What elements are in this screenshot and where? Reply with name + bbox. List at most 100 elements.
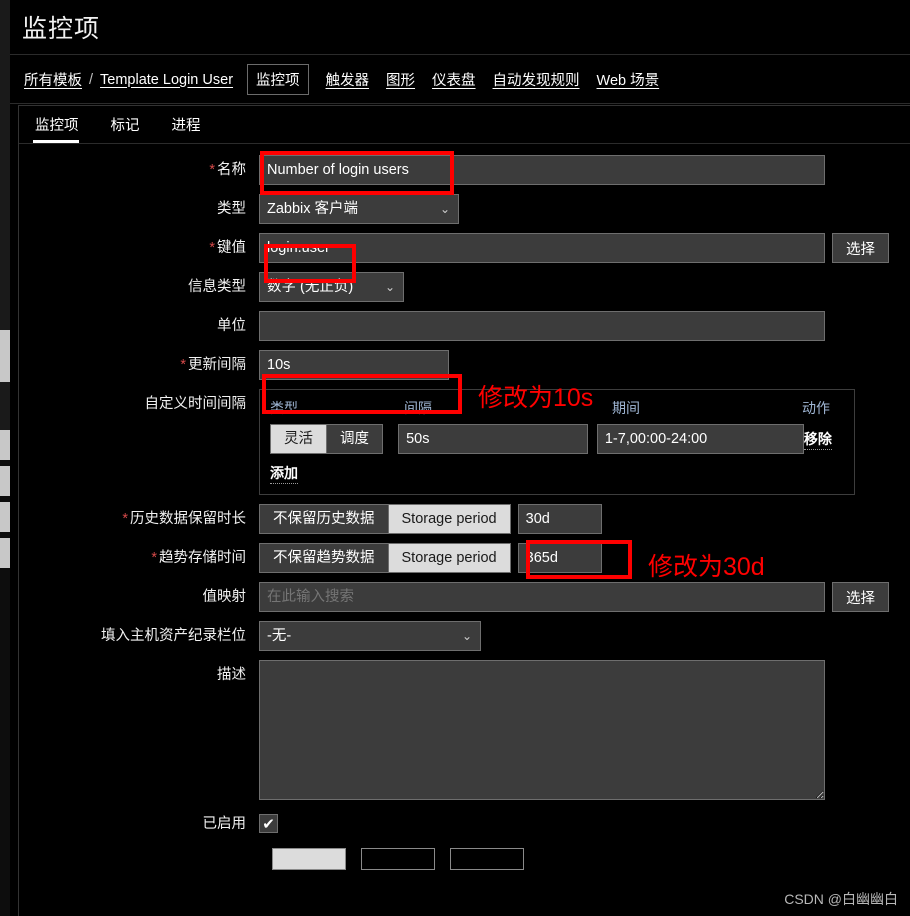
item-form-card: 监控项 标记 进程 *名称 类型 Zabbix 客户端 ⌄ — [18, 105, 910, 916]
nav-tab-graphs[interactable]: 图形 — [386, 69, 415, 90]
required-marker-history: * — [122, 511, 128, 527]
page-title: 监控项 — [22, 15, 101, 43]
trends-mode-segmented: 不保留趋势数据 Storage period — [259, 543, 511, 573]
asset-field-select[interactable]: -无- ⌄ — [259, 621, 481, 651]
label-custom-intervals: 自定义时间间隔 — [144, 396, 247, 412]
sidebar-highlight-3[interactable] — [0, 466, 10, 496]
nav-tab-dashboards[interactable]: 仪表盘 — [432, 69, 476, 90]
enabled-checkbox[interactable]: ✔ — [259, 814, 278, 833]
history-mode-storage-period[interactable]: Storage period — [387, 504, 511, 534]
field-row-update-interval: * 更新间隔 — [19, 350, 910, 380]
sidebar-highlight-5[interactable] — [0, 538, 10, 568]
breadcrumb-all-templates[interactable]: 所有模板 — [24, 66, 82, 93]
trends-mode-storage-period[interactable]: Storage period — [387, 543, 511, 573]
value-map-select-button[interactable]: 选择 — [832, 582, 889, 612]
interval-type-scheduling[interactable]: 调度 — [326, 424, 383, 454]
description-textarea[interactable] — [259, 660, 825, 800]
field-row-description: 描述 — [19, 660, 910, 800]
column-header-action: 动作 — [802, 400, 830, 416]
label-enabled: 已启用 — [202, 816, 247, 832]
info-type-select[interactable]: 数字 (无正负) ⌄ — [259, 272, 404, 302]
custom-interval-row: 灵活 调度 移除 — [270, 424, 844, 454]
field-row-asset-field: 填入主机资产纪录栏位 -无- ⌄ — [19, 621, 910, 651]
field-row-units: 单位 — [19, 311, 910, 341]
required-marker-key: * — [209, 240, 215, 256]
type-select-value: Zabbix 客户端 — [267, 201, 359, 217]
value-map-input[interactable] — [259, 582, 825, 612]
nav-tab-triggers[interactable]: 触发器 — [326, 69, 370, 90]
nav-tab-items[interactable]: 监控项 — [247, 64, 309, 95]
label-update-interval: * 更新间隔 — [180, 357, 246, 373]
breadcrumb-separator: / — [89, 71, 94, 88]
history-mode-segmented: 不保留历史数据 Storage period — [259, 504, 511, 534]
tab-preprocessing[interactable]: 进程 — [170, 110, 213, 143]
sidebar-dark-segment — [0, 0, 10, 330]
add-interval-link[interactable]: 添加 — [270, 463, 298, 484]
key-select-button[interactable]: 选择 — [832, 233, 889, 263]
delete-button[interactable] — [450, 848, 524, 870]
chevron-down-icon: ⌄ — [461, 629, 472, 643]
clone-button[interactable] — [361, 848, 435, 870]
nav-tab-web-scenarios[interactable]: Web 场景 — [597, 69, 660, 90]
field-row-history: * 历史数据保留时长 不保留历史数据 Storage period — [19, 504, 910, 534]
field-row-name: * 名称 — [19, 155, 910, 185]
chevron-down-icon: ⌄ — [384, 280, 395, 294]
label-value-map: 值映射 — [202, 589, 247, 605]
required-marker-update-interval: * — [180, 357, 186, 373]
interval-period-input[interactable] — [596, 424, 804, 454]
label-name: * 名称 — [209, 162, 246, 178]
left-sidebar-sliver[interactable] — [0, 0, 10, 916]
trends-mode-do-not-keep[interactable]: 不保留趋势数据 — [259, 543, 388, 573]
sidebar-highlight-1[interactable] — [0, 330, 10, 382]
remove-interval-link[interactable]: 移除 — [803, 429, 832, 450]
asset-field-select-value: -无- — [267, 628, 292, 644]
label-type: 类型 — [217, 201, 246, 217]
field-row-value-map: 值映射 选择 — [19, 582, 910, 612]
item-form: *名称 类型 Zabbix 客户端 ⌄ *键值 — [19, 144, 910, 870]
column-header-type: 类型 — [270, 400, 298, 416]
interval-type-flexible[interactable]: 灵活 — [270, 424, 326, 454]
field-row-trends: * 趋势存储时间 不保留趋势数据 Storage period — [19, 543, 910, 573]
form-footer-buttons — [19, 848, 910, 870]
interval-value-cell — [398, 424, 597, 454]
tab-tags[interactable]: 标记 — [109, 110, 152, 143]
trends-value-input[interactable] — [517, 543, 602, 573]
nav-tab-discovery-rules[interactable]: 自动发现规则 — [493, 69, 580, 90]
units-input[interactable] — [259, 311, 825, 341]
field-row-type: 类型 Zabbix 客户端 ⌄ — [19, 194, 910, 224]
info-type-select-value: 数字 (无正负) — [267, 279, 354, 295]
field-row-enabled: 已启用 ✔ — [19, 809, 910, 839]
update-interval-input[interactable] — [259, 350, 449, 380]
label-units: 单位 — [217, 318, 246, 334]
history-mode-do-not-keep[interactable]: 不保留历史数据 — [259, 504, 388, 534]
update-button[interactable] — [272, 848, 346, 870]
label-description: 描述 — [217, 667, 246, 683]
check-icon: ✔ — [262, 815, 275, 833]
label-trends: * 趋势存储时间 — [151, 550, 246, 566]
watermark: CSDN @白幽幽白 — [784, 891, 898, 907]
sidebar-highlight-2[interactable] — [0, 430, 10, 460]
column-header-period: 期间 — [612, 400, 640, 416]
tab-item[interactable]: 监控项 — [33, 110, 91, 143]
interval-type-group: 灵活 调度 — [270, 424, 398, 454]
custom-intervals-table: 类型 间隔 期间 动作 灵活 调度 50s 1-7,00:00-24:00 移除… — [259, 389, 855, 495]
field-row-key: *键值 选择 — [19, 233, 910, 263]
field-row-info-type: 信息类型 数字 (无正负) ⌄ — [19, 272, 910, 302]
history-value-input[interactable] — [517, 504, 602, 534]
field-row-custom-intervals: 自定义时间间隔 类型 间隔 期间 动作 灵活 调度 50s 1-7,00:00-… — [19, 389, 910, 495]
interval-type-segmented: 灵活 调度 — [270, 424, 398, 454]
label-key: * 键值 — [209, 240, 246, 256]
label-info-type: 信息类型 — [188, 279, 246, 295]
sidebar-highlight-4[interactable] — [0, 502, 10, 532]
breadcrumb-template-name[interactable]: Template Login User — [100, 69, 233, 91]
form-tabstrip: 监控项 标记 进程 — [19, 106, 910, 144]
key-input[interactable] — [259, 233, 825, 263]
type-select[interactable]: Zabbix 客户端 ⌄ — [259, 194, 459, 224]
sidebar-dark-segment-2 — [0, 382, 10, 430]
name-input[interactable] — [259, 155, 825, 185]
label-history: * 历史数据保留时长 — [122, 511, 246, 527]
page-header: 监控项 — [10, 0, 910, 55]
interval-period-cell — [596, 424, 804, 454]
interval-value-input[interactable] — [398, 424, 589, 454]
required-marker-trends: * — [151, 550, 157, 566]
